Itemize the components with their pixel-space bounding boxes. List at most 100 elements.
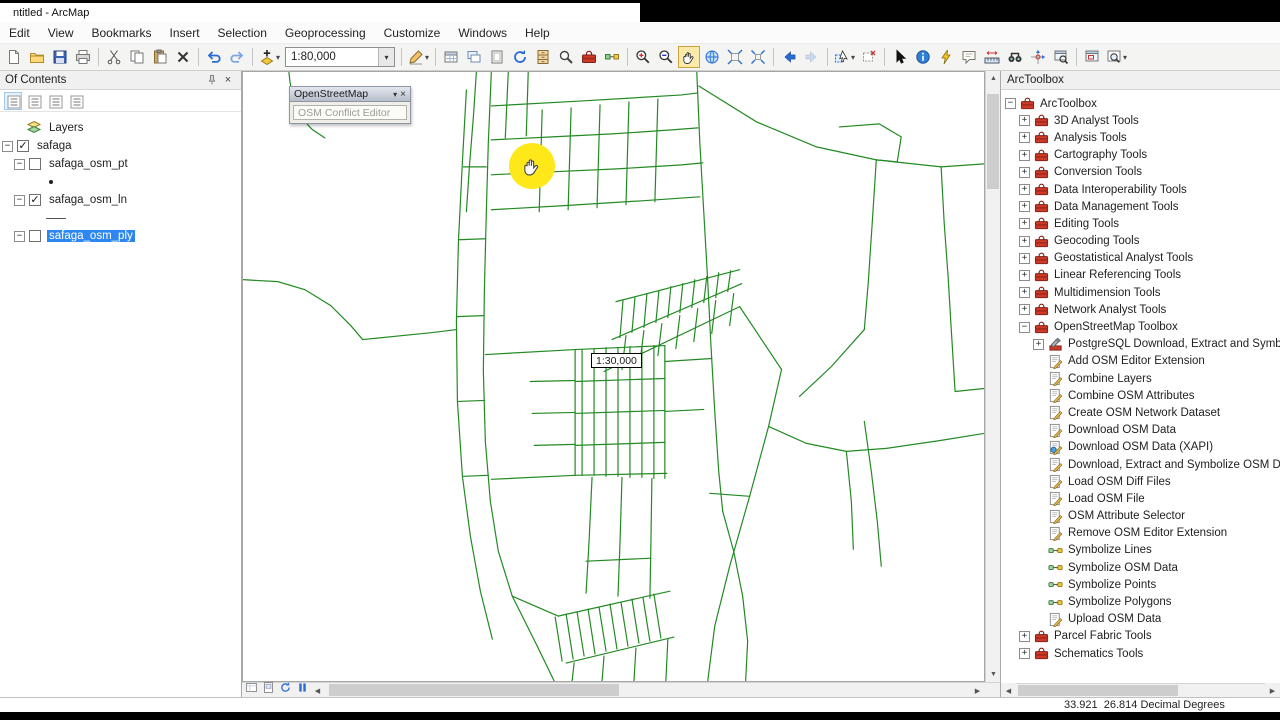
refresh-view-button[interactable] xyxy=(278,682,293,697)
menu-windows[interactable]: Windows xyxy=(449,22,516,44)
toolbox-item[interactable]: Create OSM Network Dataset xyxy=(1001,404,1280,421)
legend-symbol-row[interactable] xyxy=(0,173,241,191)
toolbox-item[interactable]: + Geocoding Tools xyxy=(1001,233,1280,250)
vscroll-thumb[interactable] xyxy=(987,94,999,189)
undo-button[interactable] xyxy=(203,46,225,68)
menu-insert[interactable]: Insert xyxy=(161,22,209,44)
pan-button[interactable] xyxy=(678,46,701,68)
open-folder-button[interactable] xyxy=(26,46,48,68)
legend-symbol-row[interactable] xyxy=(0,209,241,227)
expand-icon[interactable]: + xyxy=(1019,235,1030,247)
toolbox-item[interactable]: + Editing Tools xyxy=(1001,215,1280,232)
osm-toolbar-titlebar[interactable]: OpenStreetMap ▾ × xyxy=(289,86,411,102)
redo-button[interactable] xyxy=(226,46,248,68)
toolbox-item[interactable]: + Linear Referencing Tools xyxy=(1001,267,1280,284)
toolbox-item[interactable]: Load OSM File xyxy=(1001,490,1280,507)
toolbox-item[interactable]: Download OSM Data xyxy=(1001,422,1280,439)
print-button[interactable] xyxy=(72,46,94,68)
copy-button[interactable] xyxy=(126,46,148,68)
back-button[interactable] xyxy=(778,46,800,68)
scroll-right-icon[interactable]: ▶ xyxy=(970,683,985,698)
select-elements-button[interactable] xyxy=(889,46,911,68)
modelbuilder-button[interactable] xyxy=(601,46,623,68)
expand-icon[interactable]: + xyxy=(1019,184,1030,196)
layout-view-button[interactable] xyxy=(261,682,276,697)
menu-geoprocessing[interactable]: Geoprocessing xyxy=(276,22,375,44)
toolbar-menu-caret-icon[interactable]: ▾ xyxy=(393,90,397,99)
fixed-zoom-out-button[interactable] xyxy=(747,46,769,68)
expand-icon[interactable]: + xyxy=(1019,115,1030,127)
toolbox-item[interactable]: + Data Management Tools xyxy=(1001,198,1280,215)
toolbox-item[interactable]: Download, Extract and Symbolize OSM Da xyxy=(1001,456,1280,473)
expand-icon[interactable]: + xyxy=(1019,630,1030,642)
toolbox-scroll-left-icon[interactable]: ◀ xyxy=(1001,683,1016,698)
save-button[interactable] xyxy=(49,46,71,68)
toolbox-item[interactable]: + Cartography Tools xyxy=(1001,147,1280,164)
expand-icon[interactable]: + xyxy=(1019,269,1030,281)
legend-symbol-row[interactable] xyxy=(0,245,241,263)
catalog-button[interactable] xyxy=(532,46,554,68)
scroll-up-icon[interactable]: ▲ xyxy=(986,71,1001,86)
close-icon[interactable]: × xyxy=(220,72,236,88)
menu-selection[interactable]: Selection xyxy=(209,22,276,44)
toolbox-item[interactable]: Remove OSM Editor Extension xyxy=(1001,525,1280,542)
toolbox-item[interactable]: Download OSM Data (XAPI) xyxy=(1001,439,1280,456)
toolbox-item[interactable]: − OpenStreetMap Toolbox xyxy=(1001,318,1280,335)
map-viewport[interactable]: OpenStreetMap ▾ × OSM Conflict Editor 1:… xyxy=(242,71,985,682)
layer-visibility-checkbox[interactable]: ✓ xyxy=(17,140,29,152)
toolbox-scroll-right-icon[interactable]: ▶ xyxy=(1265,683,1280,698)
toolbox-item[interactable]: + Analysis Tools xyxy=(1001,129,1280,146)
toolbox-item[interactable]: Symbolize Polygons xyxy=(1001,593,1280,610)
add-data-button[interactable]: ▾ xyxy=(257,46,282,68)
arctoolbox-button[interactable] xyxy=(578,46,600,68)
map-scale-combo[interactable]: 1:80,000 ▾ xyxy=(285,47,396,67)
editor-pencil-button[interactable]: ▾ xyxy=(406,46,431,68)
forward-button[interactable] xyxy=(801,46,823,68)
toolbox-item[interactable]: Symbolize Points xyxy=(1001,576,1280,593)
select-features-button[interactable]: ▾ xyxy=(832,46,857,68)
toolbox-item[interactable]: + Multidimension Tools xyxy=(1001,284,1280,301)
expand-icon[interactable]: + xyxy=(1019,648,1030,660)
menu-help[interactable]: Help xyxy=(516,22,559,44)
layer-visibility-checkbox[interactable] xyxy=(29,158,41,170)
fixed-zoom-in-button[interactable] xyxy=(724,46,746,68)
expand-icon[interactable]: + xyxy=(1019,166,1030,178)
toolbox-item[interactable]: Combine OSM Attributes xyxy=(1001,387,1280,404)
toolbox-item[interactable]: + Conversion Tools xyxy=(1001,164,1280,181)
pin-icon[interactable] xyxy=(204,72,220,88)
expand-icon[interactable]: + xyxy=(1019,201,1030,213)
find-button[interactable] xyxy=(1004,46,1026,68)
menu-edit[interactable]: Edit xyxy=(0,22,39,44)
layer-item[interactable]: − safaga_osm_ply xyxy=(0,227,241,245)
dropdown-caret-icon[interactable]: ▾ xyxy=(851,53,855,62)
osm-toolbar-close-icon[interactable]: × xyxy=(400,89,406,100)
identify-button[interactable] xyxy=(912,46,934,68)
zoom-out-button[interactable] xyxy=(655,46,677,68)
expand-icon[interactable]: − xyxy=(1019,321,1030,333)
toolbox-item[interactable]: + Schematics Tools xyxy=(1001,645,1280,662)
toolbox-item[interactable]: + Geostatistical Analyst Tools xyxy=(1001,250,1280,267)
openstreetmap-floating-toolbar[interactable]: OpenStreetMap ▾ × OSM Conflict Editor xyxy=(289,86,411,124)
list-by-visibility-button[interactable] xyxy=(46,92,64,110)
full-extent-button[interactable] xyxy=(701,46,723,68)
overview-window-button[interactable] xyxy=(1081,46,1103,68)
hscroll-thumb[interactable] xyxy=(329,684,619,696)
dataframe-item[interactable]: Layers xyxy=(0,119,241,137)
clear-selection-button[interactable] xyxy=(858,46,880,68)
point-symbol-swatch[interactable] xyxy=(49,180,53,184)
toolbox-item[interactable]: + Data Interoperability Tools xyxy=(1001,181,1280,198)
combo-dropdown-icon[interactable]: ▾ xyxy=(378,48,395,66)
expand-icon[interactable]: − xyxy=(1005,98,1016,110)
menu-view[interactable]: View xyxy=(39,22,83,44)
measure-button[interactable] xyxy=(981,46,1003,68)
collapse-icon[interactable]: − xyxy=(2,140,13,152)
zoom-in-button[interactable] xyxy=(632,46,654,68)
list-by-drawing-order-button[interactable] xyxy=(4,91,22,110)
viewer-window-button[interactable] xyxy=(1050,46,1072,68)
osm-conflict-editor-button[interactable]: OSM Conflict Editor xyxy=(293,105,407,120)
new-document-button[interactable] xyxy=(3,46,25,68)
toolbox-item[interactable]: Symbolize Lines xyxy=(1001,542,1280,559)
collapse-icon[interactable]: − xyxy=(14,158,25,170)
layer-item[interactable]: − ✓ safaga xyxy=(0,137,241,155)
expand-icon[interactable]: + xyxy=(1019,218,1030,230)
